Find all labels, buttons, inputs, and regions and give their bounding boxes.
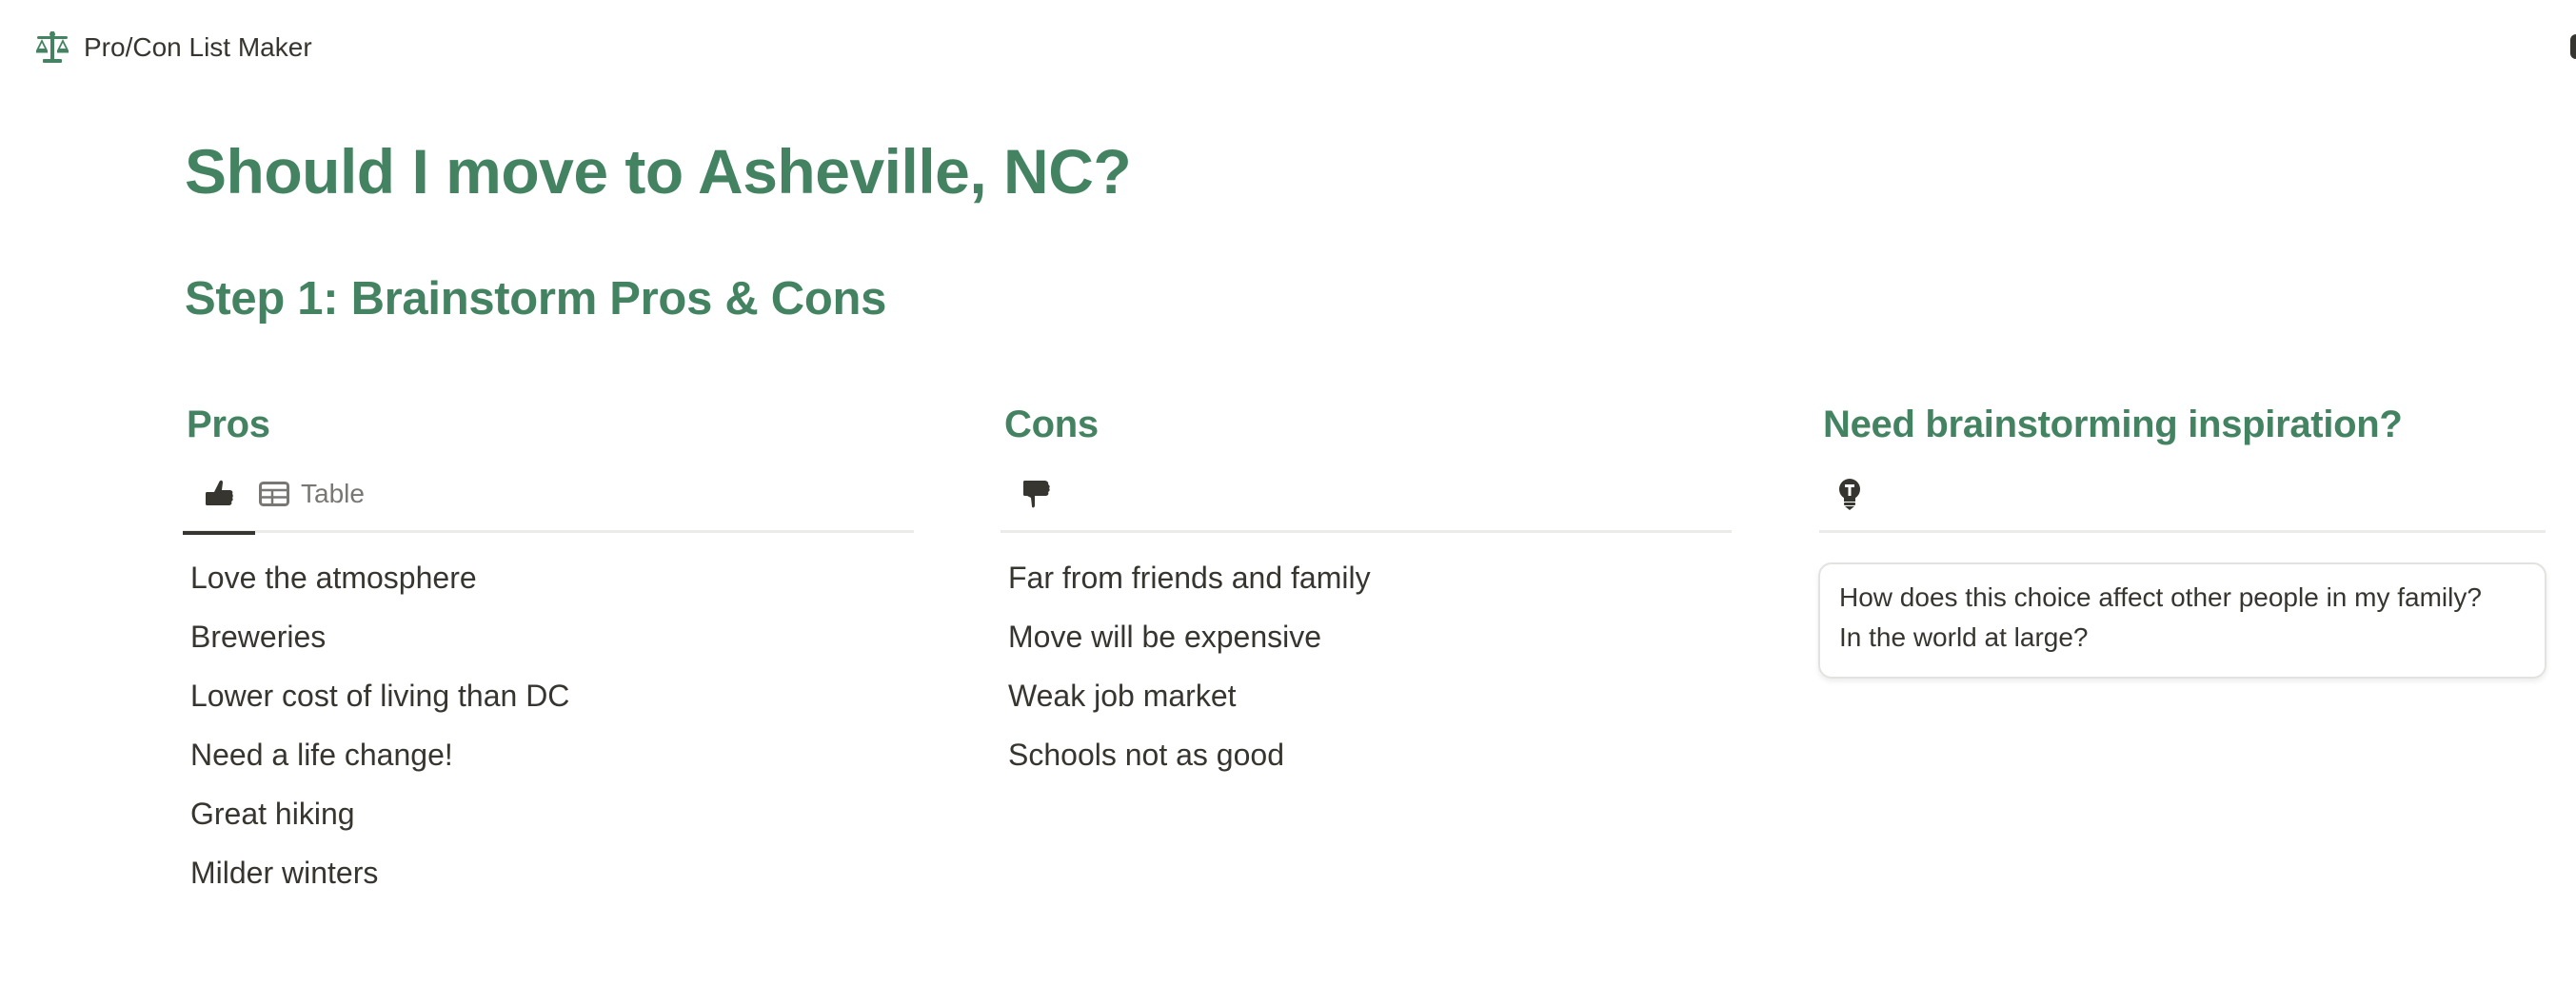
list-item[interactable]: Schools not as good xyxy=(1001,725,1732,784)
tab-inspiration-gallery[interactable] xyxy=(1819,456,1880,532)
list-item[interactable]: Move will be expensive xyxy=(1001,607,1732,666)
lightbulb-icon xyxy=(1839,478,1860,510)
pros-list: Love the atmosphere Breweries Lower cost… xyxy=(183,533,914,902)
list-item[interactable]: Love the atmosphere xyxy=(183,548,914,607)
scales-icon xyxy=(36,31,69,63)
inspiration-card[interactable]: How does this choice affect other people… xyxy=(1818,562,2546,679)
table-icon xyxy=(259,481,289,506)
app-title[interactable]: Pro/Con List Maker xyxy=(84,31,312,64)
cons-heading: Cons xyxy=(1004,404,1099,445)
list-item[interactable]: Need a life change! xyxy=(183,725,914,784)
list-item[interactable]: Breweries xyxy=(183,607,914,666)
list-item[interactable]: Lower cost of living than DC xyxy=(183,666,914,725)
inspiration-view-tabs xyxy=(1819,457,2546,533)
pros-column: Pros Table Love the atmosphere Breweries… xyxy=(183,392,914,902)
inspiration-heading: Need brainstorming inspiration? xyxy=(1823,404,2403,445)
list-item[interactable]: Great hiking xyxy=(183,784,914,843)
cons-view-tabs xyxy=(1001,457,1732,533)
pros-heading: Pros xyxy=(187,404,270,445)
tab-pros-list[interactable] xyxy=(183,456,255,535)
list-item[interactable]: Milder winters xyxy=(183,843,914,902)
tab-pros-table[interactable]: Table xyxy=(255,456,378,532)
step-heading: Step 1: Brainstorm Pros & Cons xyxy=(185,273,887,325)
card-text-line: In the world at large? xyxy=(1839,622,2089,652)
cons-column: Cons Far from friends and family Move wi… xyxy=(1001,392,1732,784)
pros-view-tabs: Table xyxy=(183,456,914,535)
card-text-line: How does this choice affect other people… xyxy=(1839,582,2482,612)
list-item[interactable]: Far from friends and family xyxy=(1001,548,1732,607)
inspiration-column: Need brainstorming inspiration? How does… xyxy=(1818,392,2546,679)
cons-list: Far from friends and family Move will be… xyxy=(1001,533,1732,784)
list-item[interactable]: Weak job market xyxy=(1001,666,1732,725)
more-button[interactable] xyxy=(2570,34,2576,59)
page-title: Should I move to Asheville, NC? xyxy=(185,136,1132,207)
tab-cons-list[interactable] xyxy=(1001,456,1073,532)
tab-label: Table xyxy=(301,478,365,508)
thumbs-up-icon xyxy=(206,480,233,505)
thumbs-down-icon xyxy=(1023,480,1050,507)
top-bar: Pro/Con List Maker xyxy=(0,0,2576,95)
